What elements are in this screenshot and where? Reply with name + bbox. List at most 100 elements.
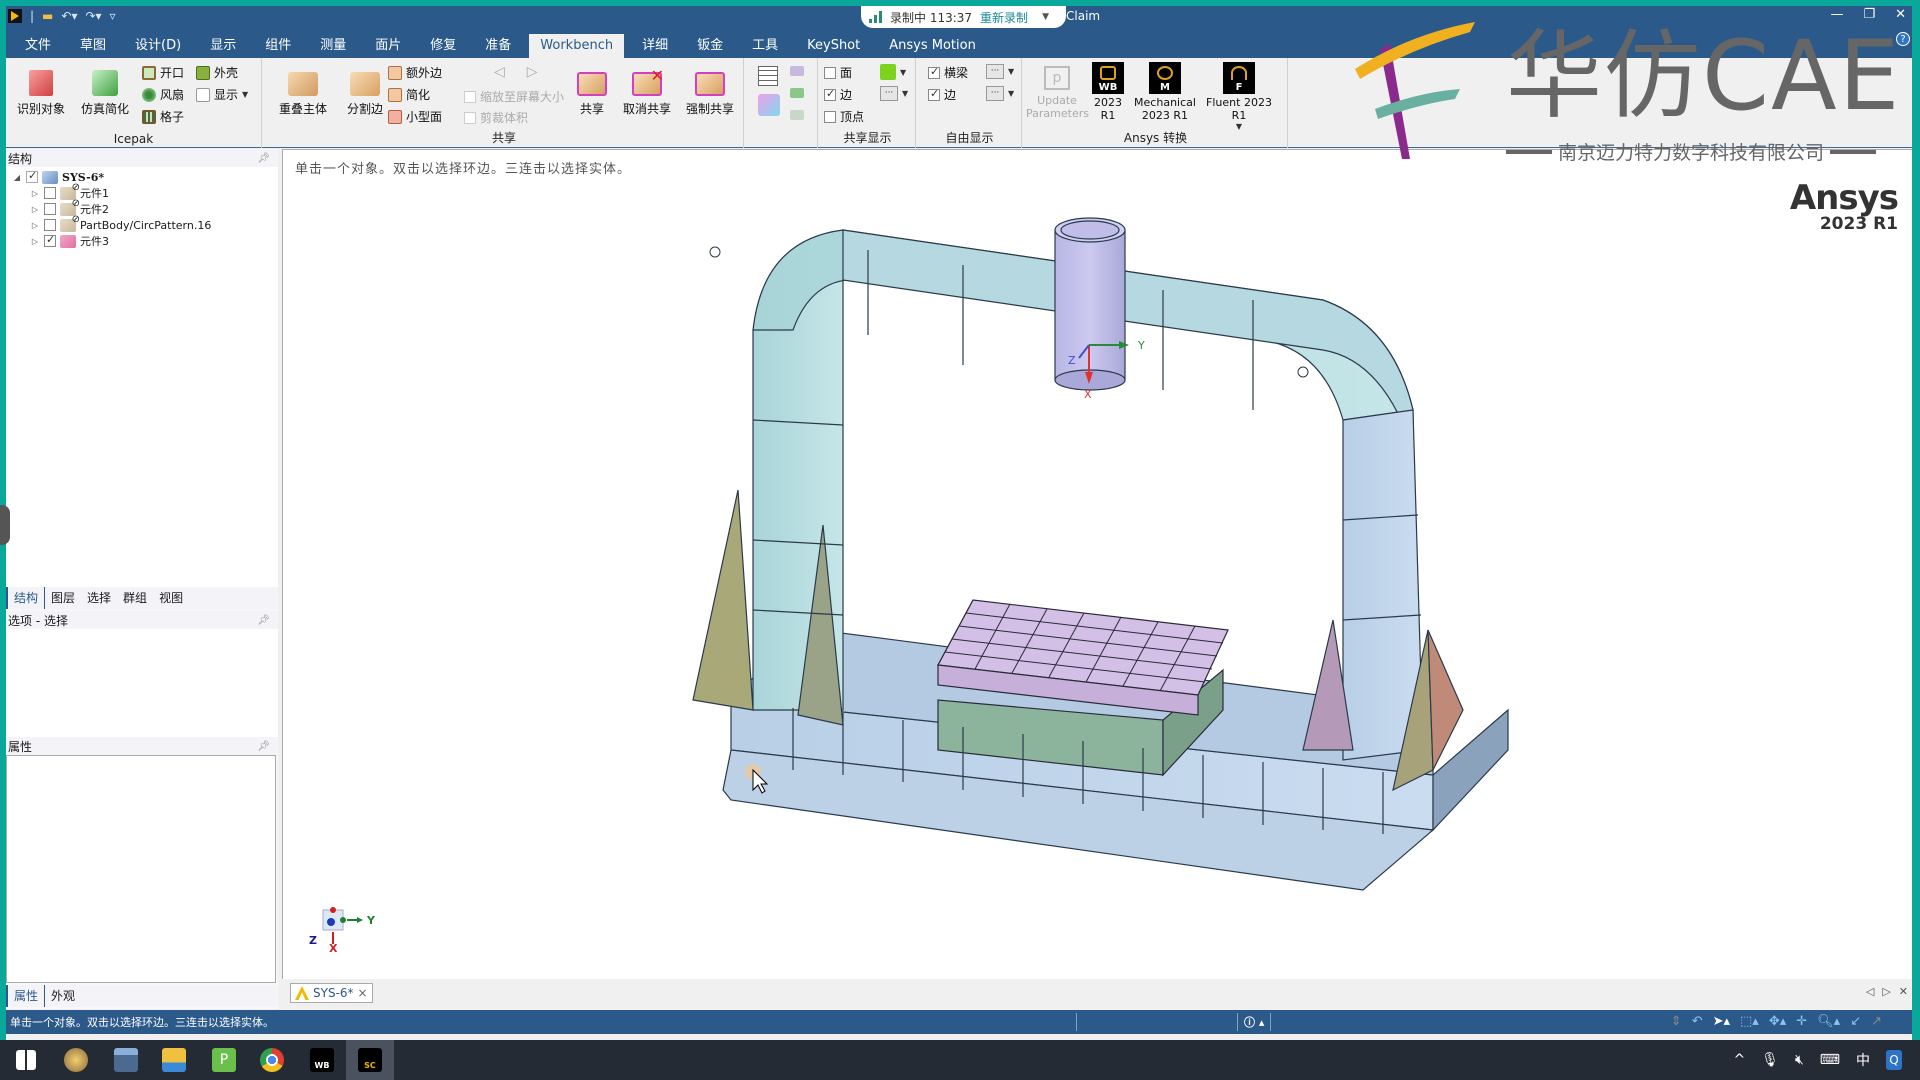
tree-item[interactable]: ▷ PartBody/CircPattern.16 — [6, 214, 278, 233]
tab-facets[interactable]: 面片 — [364, 34, 412, 58]
expand-icon[interactable]: ▷ — [30, 189, 40, 198]
face-checkbox[interactable]: 面 — [824, 64, 852, 81]
faded-body-icon[interactable] — [790, 110, 804, 120]
simplify-button[interactable]: 简化 — [388, 86, 430, 103]
box-select-icon[interactable]: ⬚▴ — [1740, 1014, 1759, 1029]
checkbox[interactable] — [464, 90, 476, 103]
next-arrow-icon[interactable]: ▷ — [527, 64, 538, 80]
tab-file[interactable]: 文件 — [14, 34, 62, 58]
beam-style-dropdown[interactable]: ··· ▼ — [986, 64, 1014, 79]
pin-icon[interactable]: 📌︎ — [257, 615, 278, 626]
extra-edge-button[interactable]: 额外边 — [388, 64, 442, 81]
3d-viewport[interactable]: 单击一个对象。双击以选择环边。三连击以选择实体。 Ansys 2023 R1 Y… — [282, 149, 1912, 979]
volume-muted-icon[interactable]: 🔇︎ — [1795, 1052, 1804, 1068]
zoom-to-fit-checkbox[interactable]: 缩放至屏幕大小 — [464, 88, 564, 105]
minimize-button[interactable]: — — [1830, 7, 1843, 22]
tab-sketch[interactable]: 草图 — [69, 34, 117, 58]
rotate-icon[interactable]: ✥▴ — [1769, 1014, 1786, 1029]
beam-checkbox[interactable]: 横梁 — [928, 64, 968, 81]
close-all-icon[interactable]: ✕ — [1899, 985, 1908, 998]
vertex-checkbox[interactable]: 顶点 — [824, 108, 864, 125]
tab-ansys-motion[interactable]: Ansys Motion — [878, 34, 987, 58]
fan-button[interactable]: 风扇 — [142, 86, 184, 103]
previous-view-icon[interactable]: ↙ — [1850, 1014, 1861, 1029]
info-icon[interactable]: ⓘ ▴ — [1238, 1014, 1270, 1030]
expand-icon[interactable]: ▷ — [30, 221, 40, 230]
select-pointer-icon[interactable]: ➤▴ — [1713, 1014, 1730, 1029]
opening-button[interactable]: 开口 — [142, 64, 184, 81]
edge-style-dropdown[interactable]: ··· ▼ — [880, 86, 908, 101]
free-edge-style-dropdown[interactable]: ··· ▼ — [986, 86, 1014, 101]
fluent-button[interactable]: F Fluent 2023 R1 ▼ — [1206, 62, 1272, 131]
pycharm-edu-icon[interactable]: P — [212, 1048, 236, 1072]
tab-layers[interactable]: 图层 — [45, 587, 81, 609]
microphone-icon[interactable]: 🎙︎ — [1761, 1052, 1779, 1068]
tab-workbench[interactable]: Workbench — [529, 34, 625, 58]
visibility-checkbox[interactable] — [44, 233, 56, 247]
share-button[interactable]: 共享 — [570, 64, 614, 117]
tab-assembly[interactable]: 组件 — [254, 34, 302, 58]
checkbox[interactable] — [928, 65, 940, 79]
tab-appearance[interactable]: 外观 — [45, 985, 81, 1007]
zoom-icon[interactable]: 🔍︎▴ — [1817, 1014, 1840, 1029]
overlap-bodies-button[interactable]: 重叠主体 — [270, 64, 336, 117]
tab-prepare[interactable]: 准备 — [474, 34, 522, 58]
restore-button[interactable]: ❐ — [1863, 7, 1875, 22]
checkbox[interactable] — [824, 87, 836, 101]
windows-start-icon[interactable] — [16, 1050, 36, 1070]
edge-checkbox[interactable]: 边 — [824, 86, 852, 103]
scroll-right-icon[interactable]: ▷ — [1882, 985, 1890, 998]
ime-indicator[interactable]: 中 — [1856, 1050, 1870, 1070]
tab-display[interactable]: 显示 — [199, 34, 247, 58]
tab-sheet-metal[interactable]: 钣金 — [686, 34, 734, 58]
split-edge-button[interactable]: 分割边 — [334, 64, 396, 117]
visibility-checkbox[interactable] — [44, 187, 56, 199]
collapse-icon[interactable]: ◢ — [12, 173, 22, 182]
checkbox[interactable] — [824, 66, 836, 79]
pin-icon[interactable]: 📌︎ — [257, 741, 278, 752]
visibility-checkbox[interactable] — [26, 169, 38, 183]
close-tab-icon[interactable]: × — [358, 986, 368, 1000]
next-view-icon[interactable]: ↗ — [1871, 1014, 1882, 1029]
tree-item[interactable]: ▷ 元件3 — [6, 233, 278, 249]
tab-selection[interactable]: 选择 — [81, 587, 117, 609]
tab-repair[interactable]: 修复 — [419, 34, 467, 58]
file-explorer-icon[interactable] — [162, 1048, 186, 1072]
help-icon[interactable]: ? — [1896, 32, 1910, 46]
simulation-simplify-button[interactable]: 仿真简化 — [74, 64, 136, 117]
display-dropdown[interactable]: 显示 ▼ — [196, 86, 248, 103]
tab-properties[interactable]: 属性 — [6, 985, 46, 1007]
customize-qa-icon[interactable]: ▿ — [110, 9, 116, 23]
grille-button[interactable]: 格子 — [142, 108, 184, 125]
checkbox[interactable] — [928, 87, 940, 101]
body-icon[interactable] — [790, 66, 804, 76]
tab-design[interactable]: 设计(D) — [124, 34, 192, 58]
tab-tools[interactable]: 工具 — [741, 34, 789, 58]
identify-objects-button[interactable]: 识别对象 — [10, 64, 72, 117]
line-style-icon[interactable]: ··· — [986, 64, 1004, 79]
tab-groups[interactable]: 群组 — [117, 587, 153, 609]
tree-item[interactable]: ▷ 元件2 — [6, 198, 278, 217]
cubes-icon[interactable] — [758, 94, 780, 116]
expand-icon[interactable]: ▷ — [30, 237, 40, 246]
visibility-checkbox[interactable] — [44, 219, 56, 231]
line-style-icon[interactable]: ··· — [880, 86, 898, 101]
tab-detail[interactable]: 详细 — [631, 34, 679, 58]
enclosure-button[interactable]: 外壳 — [196, 64, 238, 81]
chevron-down-icon[interactable]: ▼ — [1042, 12, 1049, 22]
checkbox[interactable] — [464, 111, 476, 124]
spaceclaim-taskbar-icon[interactable]: SC — [358, 1048, 382, 1072]
open-folder-icon[interactable]: ▬ — [42, 9, 53, 23]
undo-icon[interactable]: ↶▾ — [61, 9, 77, 23]
chrome-icon[interactable] — [260, 1048, 284, 1072]
small-face-button[interactable]: 小型面 — [388, 108, 442, 125]
spin-arrows-icon[interactable]: ⇕ — [1671, 1014, 1682, 1029]
mechanical-button[interactable]: M Mechanical 2023 R1 — [1132, 62, 1198, 122]
free-edge-checkbox[interactable]: 边 — [928, 86, 956, 103]
expand-icon[interactable]: ▷ — [30, 205, 40, 214]
checkbox[interactable] — [824, 110, 836, 123]
qq-icon[interactable]: Q — [1886, 1050, 1902, 1070]
rerecord-link[interactable]: 重新录制 — [980, 9, 1028, 26]
side-drawer-handle[interactable] — [0, 505, 10, 545]
green-body-icon[interactable] — [790, 88, 804, 98]
